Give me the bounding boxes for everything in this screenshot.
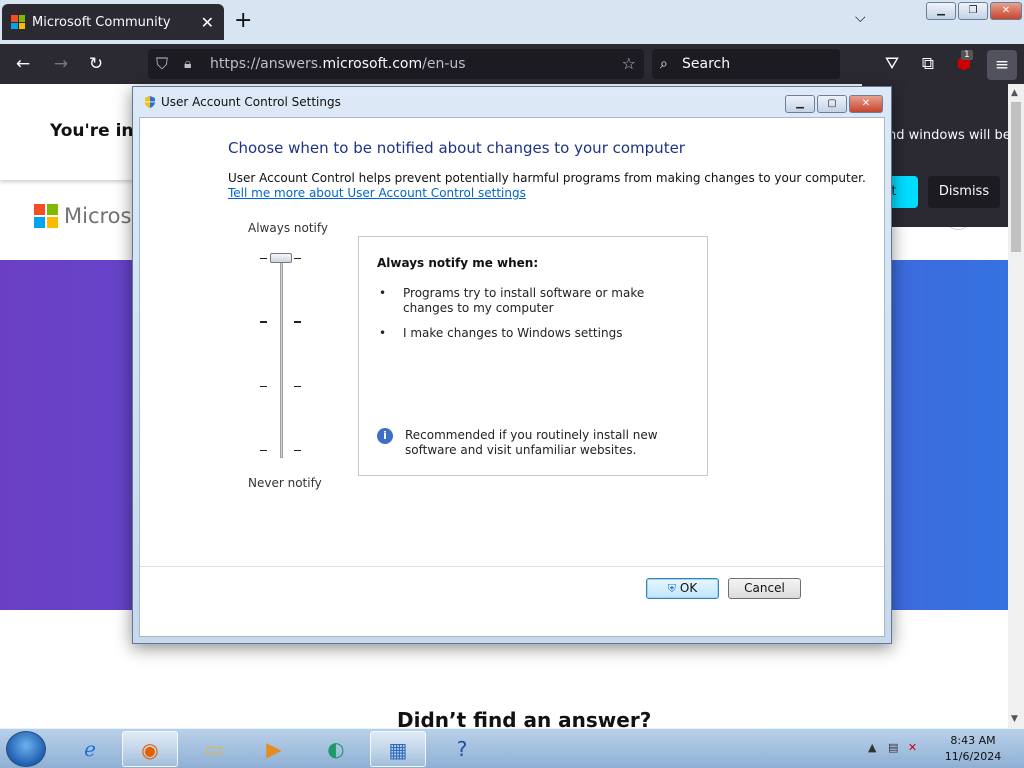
clock[interactable]: 8:43 AM 11/6/2024 — [940, 733, 1006, 765]
dialog-body: Choose when to be notified about changes… — [139, 117, 885, 637]
microsoft-logo-icon — [34, 204, 58, 228]
show-hidden-icons-icon[interactable]: ▲ — [868, 741, 876, 754]
dialog-title: User Account Control Settings — [161, 95, 341, 109]
list-all-tabs-icon[interactable]: ⌵ — [855, 10, 866, 26]
notify-level-slider-track[interactable] — [280, 253, 283, 458]
extension-badge: 1 — [961, 50, 973, 60]
uac-shield-icon: ⛨ — [667, 582, 677, 595]
file-explorer-icon[interactable]: ▭ — [186, 731, 242, 767]
clock-date: 11/6/2024 — [944, 750, 1002, 763]
tab-microsoft-community[interactable]: Microsoft Community ✕ — [2, 4, 224, 40]
slider-bottom-label: Never notify — [248, 476, 322, 490]
bullet-text: Programs try to install software or make… — [403, 286, 645, 315]
ok-button[interactable]: ⛨ OK — [646, 578, 719, 599]
slider-top-label: Always notify — [248, 221, 328, 235]
tab-title: Microsoft Community — [32, 14, 171, 30]
firefox-icon[interactable]: ◉ — [122, 731, 178, 767]
help-icon[interactable]: ? — [434, 731, 490, 767]
browser-toolbar: ← → ↻ ⛉ 🔒︎ https://answers.microsoft.com… — [0, 44, 1024, 84]
control-panel-icon[interactable]: ▦ — [370, 731, 426, 767]
recommendation-text: Recommended if you routinely install new… — [405, 428, 658, 457]
back-icon[interactable]: ← — [12, 54, 34, 74]
bullet-icon: • — [379, 326, 387, 340]
volume-muted-icon[interactable]: ✕ — [908, 741, 917, 754]
close-tab-icon[interactable]: ✕ — [201, 13, 214, 32]
slider-tick — [294, 450, 301, 451]
cancel-button[interactable]: Cancel — [728, 578, 801, 599]
window-minimize-button[interactable]: ▁ — [926, 2, 956, 20]
bullet-icon: • — [379, 286, 387, 300]
window-close-button[interactable]: ✕ — [990, 2, 1022, 20]
ok-label: OK — [679, 581, 698, 595]
notify-level-slider-thumb[interactable] — [270, 253, 292, 263]
level-description-title: Always notify me when: — [377, 256, 539, 270]
new-tab-icon[interactable]: + — [234, 8, 252, 33]
slider-tick — [260, 386, 267, 387]
slider-tick — [294, 321, 301, 323]
reload-icon[interactable]: ↻ — [85, 54, 107, 74]
extensions-icon[interactable]: ⧉ — [917, 54, 939, 74]
url-domain: microsoft.com — [322, 56, 423, 72]
windows-taskbar: ℯ ◉ ▭ ▶ ◐ ▦ ? ▲ ▤ ✕ 8:43 AM 11/6/2024 — [0, 728, 1024, 768]
window-restore-button[interactable]: ❐ — [958, 2, 988, 20]
page-scrollbar[interactable]: ▲ ▼ — [1008, 84, 1024, 728]
level-description-box: Always notify me when: • Programs try to… — [358, 236, 708, 476]
dialog-close-button[interactable]: ✕ — [849, 95, 883, 113]
slider-tick — [294, 386, 301, 387]
lock-icon[interactable]: 🔒︎ — [184, 49, 191, 79]
scroll-up-icon[interactable]: ▲ — [1011, 88, 1018, 98]
dismiss-button[interactable]: Dismiss — [928, 176, 1000, 208]
bookmark-star-icon[interactable]: ☆ — [622, 49, 636, 79]
dialog-heading: Choose when to be notified about changes… — [228, 139, 685, 157]
uac-settings-dialog: User Account Control Settings ▁ ▢ ✕ Choo… — [132, 86, 892, 644]
dialog-minimize-button[interactable]: ▁ — [785, 95, 815, 113]
divider — [140, 566, 884, 567]
forward-icon[interactable]: → — [50, 54, 72, 74]
info-icon: i — [377, 428, 393, 444]
notification-text: nd windows will be — [888, 128, 1011, 143]
scrollbar-thumb[interactable] — [1011, 102, 1021, 252]
bottom-heading: Didn’t find an answer? — [397, 708, 652, 728]
browser-tab-bar: Microsoft Community ✕ + ⌵ ▁ ❐ ✕ — [0, 0, 1024, 44]
internet-explorer-icon[interactable]: ℯ — [62, 731, 118, 767]
search-icon: ⌕ — [660, 56, 668, 72]
menu-icon[interactable]: ≡ — [987, 50, 1017, 80]
uac-shield-icon — [145, 96, 155, 108]
dialog-description: User Account Control helps prevent poten… — [228, 171, 866, 185]
url-prefix: https://answers. — [210, 56, 323, 72]
start-button[interactable] — [6, 731, 46, 767]
search-input[interactable]: ⌕ Search — [652, 49, 840, 79]
clock-time: 8:43 AM — [950, 734, 996, 747]
scroll-down-icon[interactable]: ▼ — [1011, 714, 1018, 724]
network-icon[interactable]: ▤ — [888, 741, 898, 754]
url-bar[interactable]: ⛉ 🔒︎ https://answers.microsoft.com/en-us… — [148, 49, 644, 79]
learn-more-link[interactable]: Tell me more about User Account Control … — [228, 186, 526, 200]
microsoft-favicon-icon — [11, 15, 25, 29]
bullet-text: I make changes to Windows settings — [403, 326, 623, 340]
search-placeholder: Search — [682, 56, 731, 72]
shield-icon[interactable]: ⛉ — [156, 49, 168, 79]
slider-tick — [260, 450, 267, 451]
url-suffix: /en-us — [422, 56, 466, 72]
dialog-maximize-button[interactable]: ▢ — [817, 95, 847, 113]
pocket-icon[interactable]: ⛛ — [881, 54, 903, 74]
slider-tick — [294, 258, 301, 259]
media-player-icon[interactable]: ▶ — [246, 731, 302, 767]
slider-tick — [260, 321, 267, 323]
slider-tick — [260, 258, 267, 259]
system-tray[interactable]: ▲ ▤ ✕ — [868, 741, 917, 754]
app-icon[interactable]: ◐ — [308, 731, 364, 767]
